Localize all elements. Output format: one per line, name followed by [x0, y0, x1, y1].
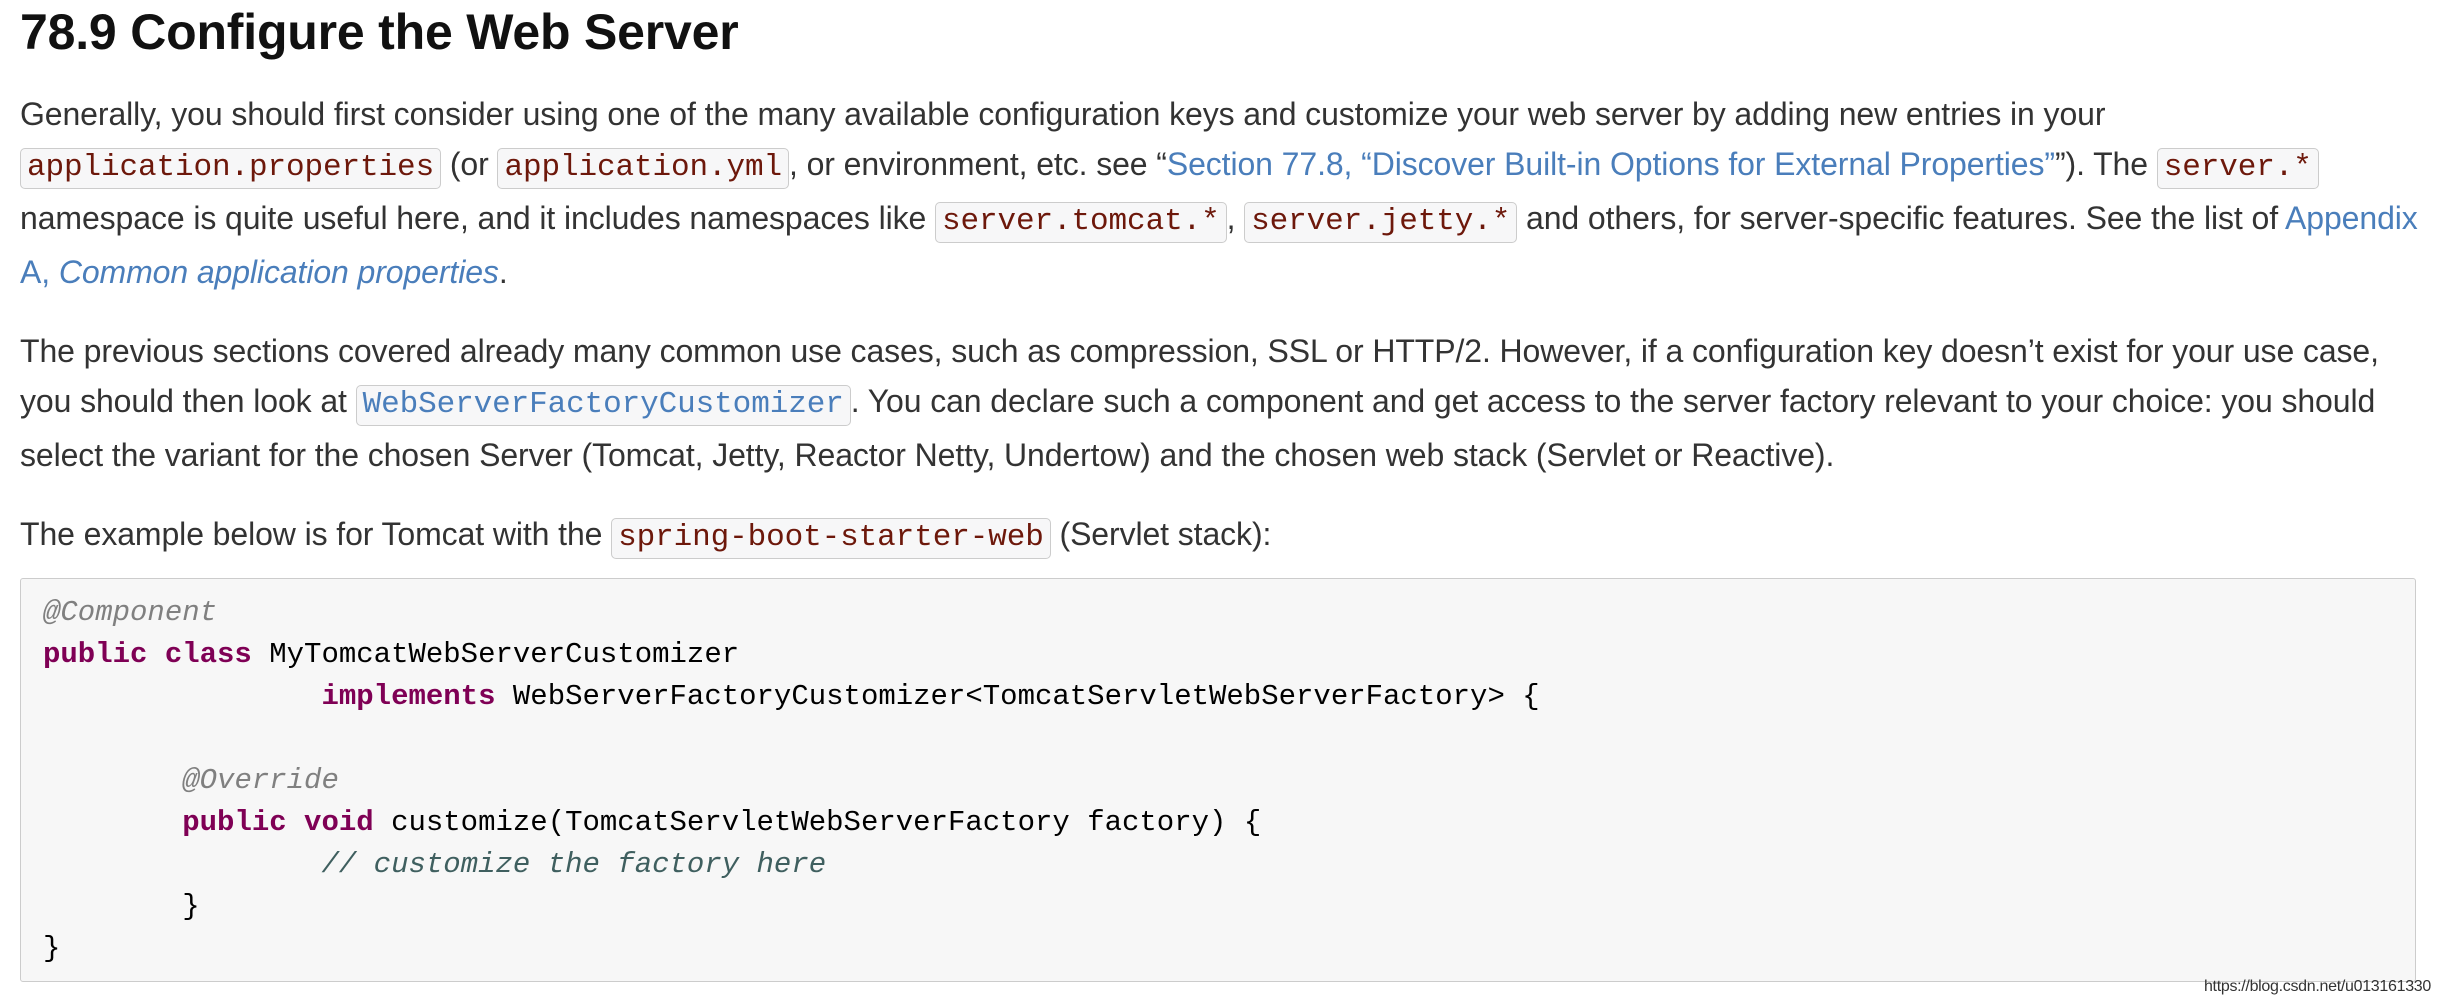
document-page: 78.9 Configure the Web Server Generally,…: [20, 0, 2420, 563]
code-server-jetty: server.jetty.*: [1244, 202, 1518, 243]
text-run: .: [498, 254, 508, 290]
paragraph-customizer: The previous sections covered already ma…: [20, 326, 2420, 480]
text-run: The example below is for Tomcat with the: [20, 516, 612, 552]
code-keyword: public class: [43, 638, 252, 671]
code-annotation: @Override: [182, 764, 339, 797]
code-comment: // customize the factory here: [321, 848, 827, 881]
text-run: ”). The: [2054, 146, 2157, 182]
code-text: customize(TomcatServletWebServerFactory …: [373, 806, 1262, 839]
section-heading: 78.9 Configure the Web Server: [20, 4, 739, 60]
code-keyword: implements: [321, 680, 496, 713]
code-spring-boot-starter-web: spring-boot-starter-web: [611, 518, 1051, 559]
text-run: namespace is quite useful here, and it i…: [20, 200, 936, 236]
text-run: , or environment, etc. see “: [789, 146, 1167, 182]
code-server-wildcard: server.*: [2156, 148, 2319, 189]
code-listing-text: @Component public class MyTomcatWebServe…: [43, 592, 2415, 970]
code-listing: @Component public class MyTomcatWebServe…: [20, 578, 2416, 982]
text-run: (Servlet stack):: [1050, 516, 1272, 552]
paragraph-intro: Generally, you should first consider usi…: [20, 89, 2420, 297]
text-run: and others, for server-specific features…: [1517, 200, 2286, 236]
text-run: Generally, you should first consider usi…: [20, 96, 2106, 132]
text-run: (or: [441, 146, 498, 182]
code-server-tomcat: server.tomcat.*: [935, 202, 1227, 243]
code-text: }: [43, 932, 61, 965]
code-text: MyTomcatWebServerCustomizer: [251, 638, 740, 671]
paragraph-example-intro: The example below is for Tomcat with the…: [20, 509, 2420, 563]
code-keyword: public void: [182, 806, 374, 839]
code-application-properties: application.properties: [20, 148, 442, 189]
link-webserverfactorycustomizer[interactable]: WebServerFactoryCustomizer: [355, 385, 851, 426]
text-run: ,: [1226, 200, 1245, 236]
watermark-url: https://blog.csdn.net/u013161330: [2203, 978, 2431, 995]
code-text: }: [43, 890, 200, 923]
link-appendix-title: Common application properties: [58, 254, 499, 290]
code-annotation: @Component: [43, 596, 218, 629]
link-section-77-8[interactable]: Section 77.8, “Discover Built-in Options…: [1167, 146, 2055, 182]
code-application-yml: application.yml: [497, 148, 790, 189]
code-text: WebServerFactoryCustomizer<TomcatServlet…: [495, 680, 1540, 713]
